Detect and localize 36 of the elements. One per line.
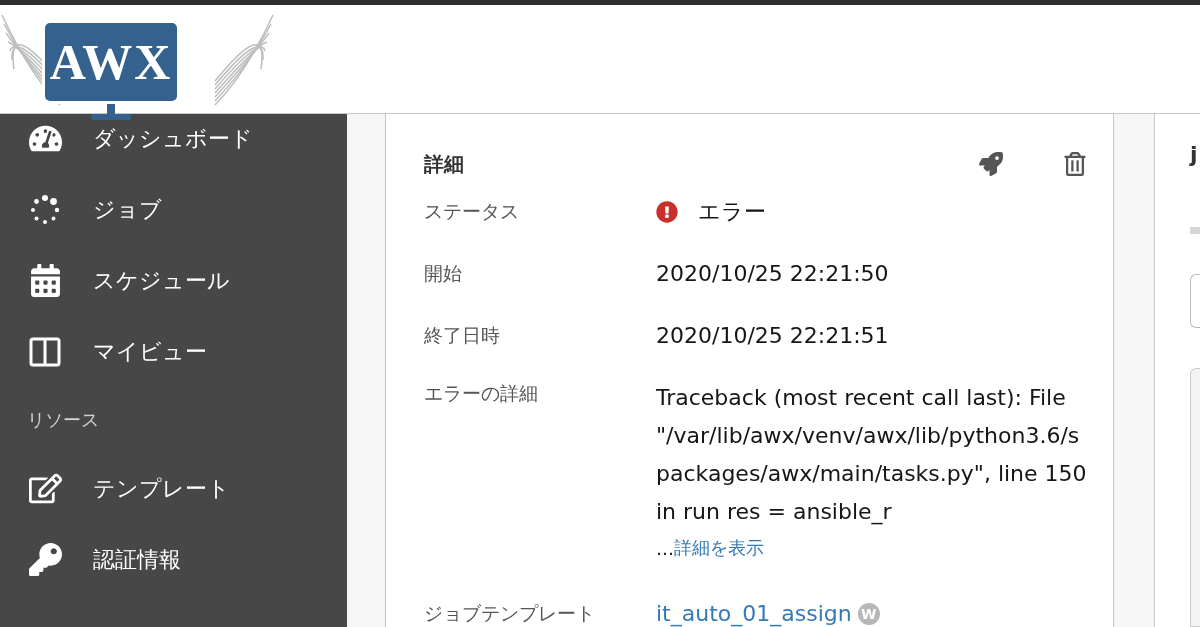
detail-label: ステータス [424, 199, 520, 224]
calendar-icon [28, 264, 62, 297]
header-bar [1190, 227, 1200, 234]
ellipsis: … [656, 537, 674, 559]
logo: AWX [42, 20, 180, 104]
traceback-line: packages/awx/main/tasks.py", line 150 [656, 460, 1087, 488]
rocket-icon[interactable] [979, 152, 1003, 176]
traceback-line: Traceback (most recent call last): File [656, 384, 1067, 412]
detail-label: エラーの詳細 [424, 381, 539, 406]
show-more-link[interactable]: 詳細を表示 [674, 536, 764, 560]
sidebar-item[interactable]: マイビュー [93, 336, 207, 367]
sidebar-section-heading: リソース [26, 408, 100, 432]
detail-value: エラー [698, 198, 766, 226]
sidebar-item[interactable]: ジョブ [93, 194, 162, 225]
sidebar-item[interactable]: ダッシュボード [93, 123, 253, 154]
detail-label: 開始 [424, 261, 463, 286]
sidebar-item[interactable]: 認証情報 [93, 544, 181, 575]
sidebar-item[interactable]: テンプレート [93, 473, 230, 504]
key-icon [28, 543, 62, 576]
template-link[interactable]: it_auto_01_assign [656, 599, 852, 627]
edit-icon [28, 472, 62, 505]
traceback-line: in run res = ansible_r [656, 498, 893, 527]
sidebar-item[interactable]: スケジュール [93, 265, 230, 296]
card-title: j [1190, 142, 1199, 167]
loading-dots-icon [29, 193, 61, 226]
card-title: 詳細 [424, 150, 465, 178]
detail-label: 終了日時 [424, 323, 501, 348]
type-badge: W [857, 603, 880, 625]
detail-value: 2020/10/25 22:21:51 [656, 322, 889, 350]
input-field[interactable] [1190, 274, 1200, 328]
trash-icon[interactable] [1063, 152, 1087, 176]
detail-value: 2020/10/25 22:21:50 [656, 260, 889, 288]
traceback-line: "/var/lib/awx/venv/awx/lib/python3.6/s [656, 422, 1081, 450]
error-icon [656, 201, 678, 223]
columns-icon [29, 335, 61, 368]
detail-label: ジョブテンプレート [424, 601, 596, 626]
